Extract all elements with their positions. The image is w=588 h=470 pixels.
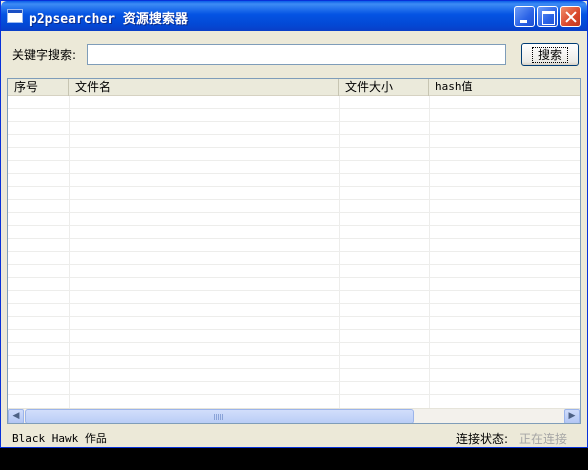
window-title: p2psearcher 资源搜索器 <box>29 12 188 27</box>
column-header-index[interactable]: 序号 <box>8 79 69 96</box>
column-divider <box>429 96 430 408</box>
table-row[interactable] <box>8 122 580 135</box>
table-row[interactable] <box>8 304 580 317</box>
maximize-button[interactable] <box>537 6 558 27</box>
table-row[interactable] <box>8 265 580 278</box>
app-window: p2psearcher 资源搜索器 关键字搜索: 搜索 序号 文件名 文件大小 … <box>0 0 588 448</box>
results-table: 序号 文件名 文件大小 hash值 ◀ ▶ <box>7 78 581 424</box>
scroll-left-button[interactable]: ◀ <box>8 409 24 423</box>
table-row[interactable] <box>8 343 580 356</box>
search-label: 关键字搜索: <box>12 48 77 62</box>
app-window-icon <box>7 9 23 23</box>
author-credit: Black Hawk 作品 <box>12 432 107 445</box>
column-header-filename[interactable]: 文件名 <box>69 79 339 96</box>
connection-status-value: 正在连接 <box>519 432 568 446</box>
table-row[interactable] <box>8 200 580 213</box>
table-row[interactable] <box>8 187 580 200</box>
table-header: 序号 文件名 文件大小 hash值 <box>8 79 580 96</box>
table-row[interactable] <box>8 356 580 369</box>
column-header-hash[interactable]: hash值 <box>429 79 580 96</box>
table-row[interactable] <box>8 148 580 161</box>
table-row[interactable] <box>8 330 580 343</box>
table-row[interactable] <box>8 369 580 382</box>
grip-icon <box>214 414 223 420</box>
scroll-right-button[interactable]: ▶ <box>564 409 580 423</box>
title-bar[interactable]: p2psearcher 资源搜索器 <box>1 1 587 31</box>
column-divider <box>69 96 70 408</box>
search-button-label: 搜索 <box>531 46 568 63</box>
connection-status-label: 连接状态: <box>456 432 509 446</box>
scrollbar-thumb[interactable] <box>25 409 414 423</box>
table-body <box>8 96 580 408</box>
search-button[interactable]: 搜索 <box>521 43 579 66</box>
minimize-button[interactable] <box>514 6 535 27</box>
table-row[interactable] <box>8 135 580 148</box>
close-button[interactable] <box>560 6 581 27</box>
table-row[interactable] <box>8 109 580 122</box>
table-row[interactable] <box>8 317 580 330</box>
table-row[interactable] <box>8 252 580 265</box>
table-row[interactable] <box>8 382 580 395</box>
table-row[interactable] <box>8 226 580 239</box>
table-row[interactable] <box>8 239 580 252</box>
status-bar: Black Hawk 作品 连接状态: 正在连接 <box>1 425 587 447</box>
column-divider <box>339 96 340 408</box>
table-row[interactable] <box>8 291 580 304</box>
column-header-filesize[interactable]: 文件大小 <box>339 79 429 96</box>
table-row[interactable] <box>8 96 580 109</box>
table-row[interactable] <box>8 213 580 226</box>
horizontal-scrollbar[interactable]: ◀ ▶ <box>8 408 580 423</box>
search-input[interactable] <box>87 44 506 65</box>
table-row[interactable] <box>8 278 580 291</box>
table-row[interactable] <box>8 161 580 174</box>
table-row[interactable] <box>8 174 580 187</box>
